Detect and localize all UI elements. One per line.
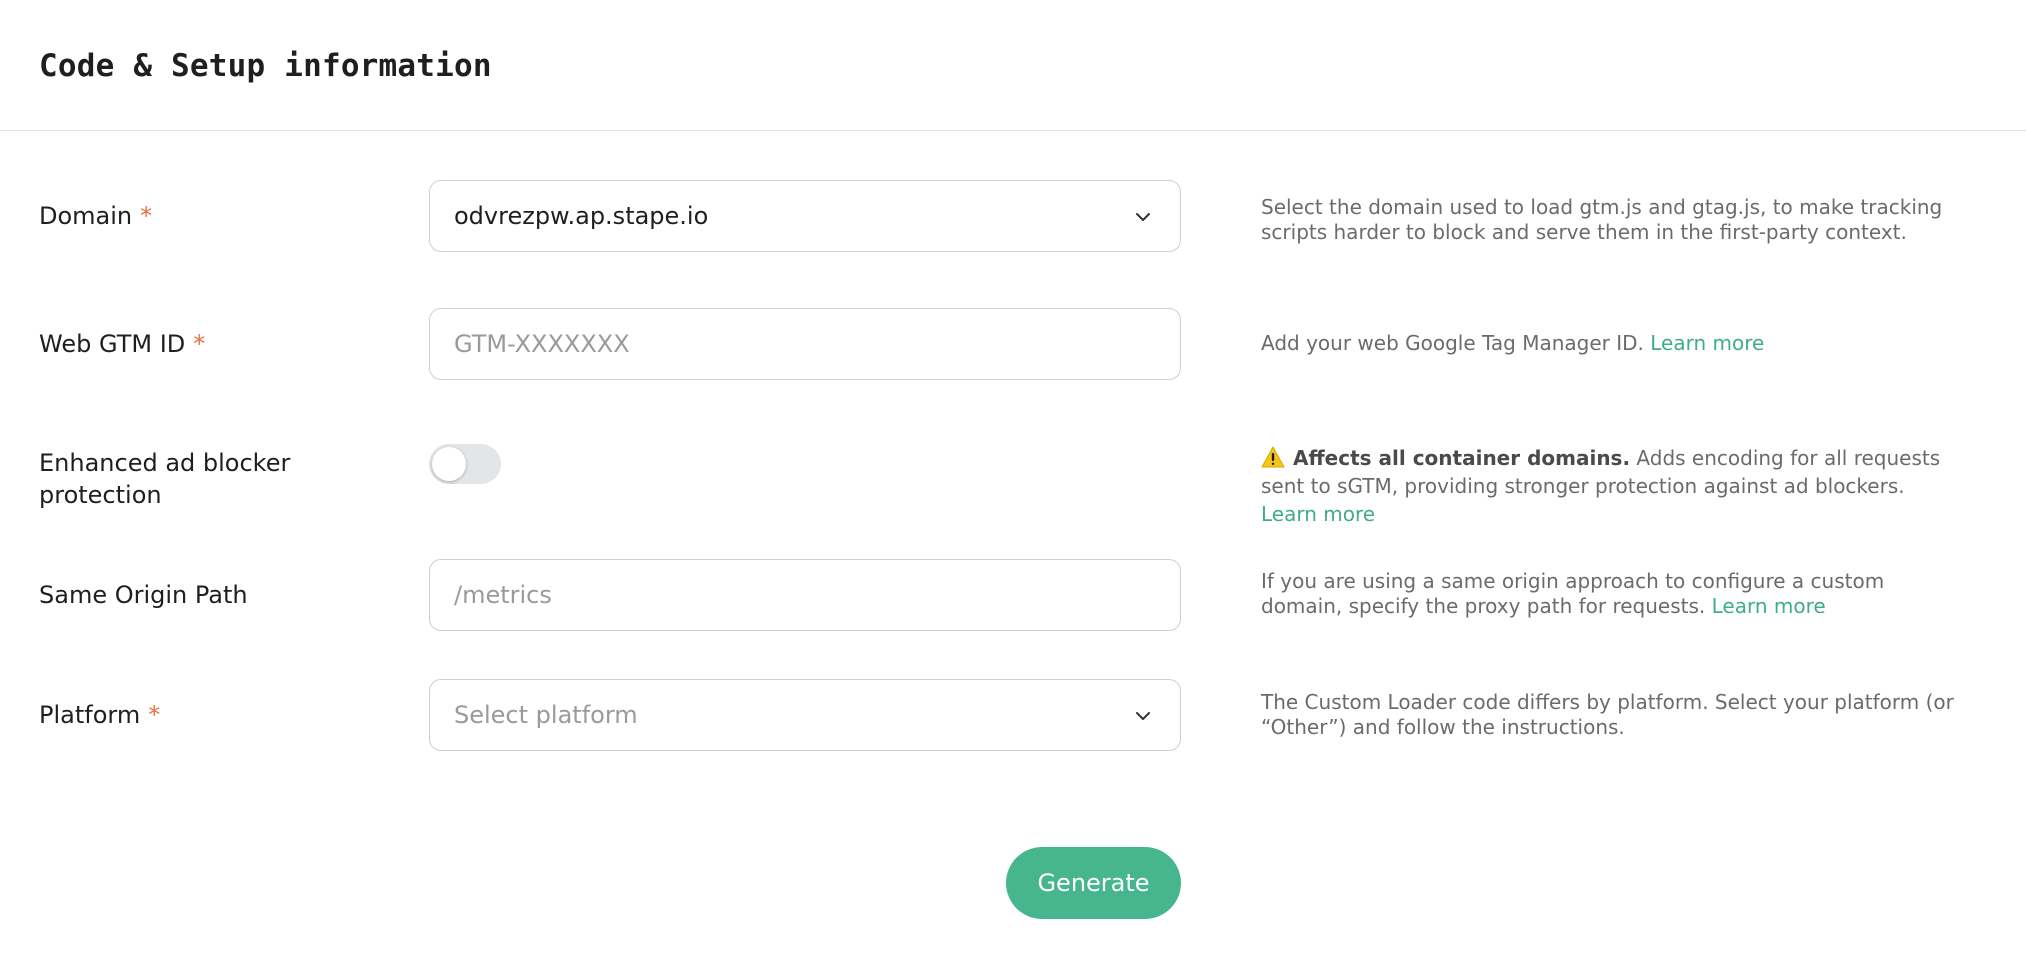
required-mark: *	[193, 330, 206, 358]
same-origin-path-row: Same Origin Path If you are using a same…	[0, 559, 2026, 631]
platform-row: Platform * Select platform The Custom Loa…	[0, 679, 2026, 751]
platform-label-text: Platform	[39, 701, 141, 729]
domain-select[interactable]: odvrezpw.ap.stape.io	[429, 180, 1181, 252]
chevron-down-icon	[1136, 213, 1150, 221]
ad-blocker-learn-more-link[interactable]: Learn more	[1261, 502, 1375, 526]
web-gtm-id-field-wrapper	[429, 308, 1181, 380]
platform-help-text: The Custom Loader code differs by platfo…	[1261, 690, 1954, 739]
domain-label: Domain *	[39, 200, 359, 232]
ad-blocker-row: Enhanced ad blocker protection Affects a…	[0, 444, 2026, 526]
web-gtm-id-help: Add your web Google Tag Manager ID. Lear…	[1261, 331, 1961, 356]
platform-help: The Custom Loader code differs by platfo…	[1261, 690, 1961, 740]
web-gtm-id-learn-more-link[interactable]: Learn more	[1650, 331, 1764, 355]
page-header: Code & Setup information	[0, 0, 2026, 131]
required-mark: *	[140, 202, 153, 230]
ad-blocker-help: Affects all container domains. Adds enco…	[1261, 444, 1961, 528]
same-origin-path-learn-more-link[interactable]: Learn more	[1712, 594, 1826, 618]
same-origin-path-input[interactable]	[430, 560, 1180, 630]
domain-help-text: Select the domain used to load gtm.js an…	[1261, 195, 1943, 244]
same-origin-path-label: Same Origin Path	[39, 581, 248, 609]
web-gtm-id-input[interactable]	[430, 309, 1180, 379]
platform-select[interactable]: Select platform	[429, 679, 1181, 751]
toggle-knob	[432, 447, 466, 481]
web-gtm-id-label: Web GTM ID *	[39, 328, 359, 360]
domain-selected-value: odvrezpw.ap.stape.io	[454, 202, 709, 230]
platform-placeholder: Select platform	[454, 701, 638, 729]
ad-blocker-help-strong: Affects all container domains.	[1293, 446, 1631, 470]
web-gtm-id-help-text: Add your web Google Tag Manager ID.	[1261, 331, 1644, 355]
ad-blocker-toggle[interactable]	[429, 444, 501, 484]
domain-label-text: Domain	[39, 202, 133, 230]
ad-blocker-label: Enhanced ad blocker protection	[39, 449, 291, 509]
domain-row: Domain * odvrezpw.ap.stape.io Select the …	[0, 180, 2026, 252]
same-origin-path-field-wrapper	[429, 559, 1181, 631]
warning-icon	[1261, 446, 1285, 468]
web-gtm-id-label-text: Web GTM ID	[39, 330, 186, 358]
web-gtm-id-row: Web GTM ID* Add your web Google Tag Mana…	[0, 308, 2026, 380]
same-origin-path-help: If you are using a same origin approach …	[1261, 569, 1961, 619]
generate-button[interactable]: Generate	[1006, 847, 1181, 919]
platform-label: Platform *	[39, 699, 359, 731]
required-mark: *	[148, 701, 161, 729]
chevron-down-icon	[1136, 712, 1150, 720]
domain-help: Select the domain used to load gtm.js an…	[1261, 195, 1961, 245]
page-title: Code & Setup information	[39, 48, 492, 84]
